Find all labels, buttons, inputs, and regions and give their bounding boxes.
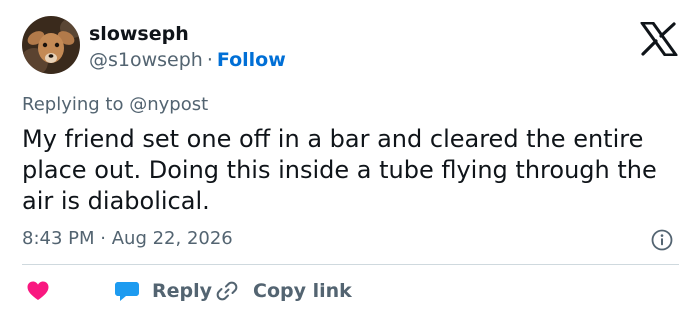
- info-icon[interactable]: [651, 229, 673, 251]
- reply-label: Reply: [152, 280, 213, 302]
- handle-row: @s1owseph · Follow: [89, 48, 286, 72]
- replying-target[interactable]: @nypost: [129, 94, 208, 115]
- replying-prefix: Replying to: [22, 94, 124, 115]
- tweet-time[interactable]: 8:43 PM: [22, 228, 95, 249]
- timestamp[interactable]: 8:43 PM · Aug 22, 2026: [22, 227, 233, 251]
- link-icon: [215, 279, 239, 303]
- follow-button[interactable]: Follow: [217, 49, 286, 71]
- separator-dot: ·: [206, 49, 213, 71]
- display-name[interactable]: slowseph: [89, 22, 189, 46]
- action-bar: Reply Copy link: [22, 276, 682, 306]
- speech-bubble-icon: [114, 279, 140, 303]
- x-logo-icon[interactable]: [640, 21, 678, 57]
- tweet-text: My friend set one off in a bar and clear…: [22, 125, 657, 215]
- user-handle[interactable]: @s1owseph: [89, 49, 203, 71]
- replying-to: Replying to @nypost: [22, 93, 208, 117]
- divider: [22, 264, 679, 265]
- separator-dot: ·: [100, 228, 106, 249]
- avatar[interactable]: [22, 16, 80, 74]
- tweet-card: slowseph @s1owseph · Follow Replying to @n…: [0, 0, 700, 318]
- heart-icon[interactable]: [26, 279, 50, 303]
- copy-link-label: Copy link: [253, 280, 352, 302]
- tweet-date[interactable]: Aug 22, 2026: [112, 228, 233, 249]
